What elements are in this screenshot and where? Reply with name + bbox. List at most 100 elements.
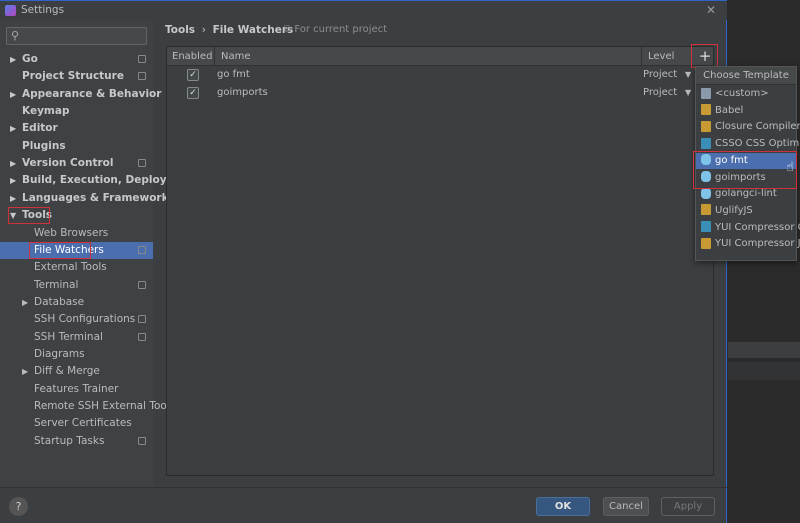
header-name[interactable]: Name bbox=[221, 47, 251, 66]
sidebar-item-label: Terminal bbox=[34, 278, 79, 291]
chevron-down-icon[interactable]: ▼ bbox=[685, 66, 691, 84]
template-label: golangci-lint bbox=[715, 188, 777, 200]
sidebar-item[interactable]: ▶ Version Control bbox=[0, 155, 153, 172]
template-item[interactable]: Closure Compiler bbox=[696, 119, 800, 136]
sidebar-item[interactable]: ▶ Go bbox=[0, 51, 153, 68]
sidebar-item[interactable]: Keymap bbox=[0, 103, 153, 120]
sidebar-item-label: Features Trainer bbox=[34, 382, 119, 395]
enabled-checkbox[interactable]: ✓ bbox=[187, 69, 199, 81]
sidebar-item[interactable]: ▶ Diff & Merge bbox=[0, 363, 153, 380]
js-icon bbox=[701, 237, 711, 249]
chevron-right-icon[interactable]: ▶ bbox=[10, 190, 16, 207]
sidebar-item-label: SSH Terminal bbox=[34, 330, 103, 343]
css-icon bbox=[701, 137, 711, 149]
template-label: YUI Compressor CSS bbox=[715, 221, 800, 233]
apply-button[interactable]: Apply bbox=[661, 497, 715, 516]
chevron-right-icon[interactable]: ▶ bbox=[22, 294, 28, 311]
sidebar-item[interactable]: Plugins bbox=[0, 138, 153, 155]
title-bar: Settings ✕ bbox=[0, 0, 727, 20]
footer-divider bbox=[0, 487, 727, 488]
table-row[interactable]: ✓ goimports Project ▼ bbox=[167, 84, 712, 102]
sidebar-item-label: External Tools bbox=[34, 261, 107, 274]
breadcrumb-parent[interactable]: Tools bbox=[165, 24, 195, 36]
level-select[interactable]: Project bbox=[643, 66, 677, 84]
watcher-name: go fmt bbox=[217, 69, 250, 80]
sidebar-item-label: Server Certificates bbox=[34, 417, 132, 430]
custom-icon bbox=[701, 87, 711, 99]
project-level-icon bbox=[138, 245, 146, 254]
template-label: CSSO CSS Optimizer bbox=[715, 138, 800, 150]
header-enabled[interactable]: Enabled bbox=[172, 47, 212, 66]
table-row[interactable]: ✓ go fmt Project ▼ bbox=[167, 66, 712, 84]
chevron-right-icon[interactable]: ▶ bbox=[10, 172, 16, 189]
template-item[interactable]: Babel bbox=[696, 103, 796, 120]
sidebar-item-label: Database bbox=[34, 295, 85, 308]
sidebar-item[interactable]: ▶ Editor bbox=[0, 120, 153, 137]
template-label: Closure Compiler bbox=[715, 121, 800, 133]
search-input[interactable]: ⚲ bbox=[6, 27, 147, 45]
sidebar-item-label: Diff & Merge bbox=[34, 365, 100, 378]
project-level-icon bbox=[138, 332, 146, 341]
sidebar-item[interactable]: Features Trainer bbox=[0, 381, 153, 398]
sidebar-item[interactable]: Terminal bbox=[0, 277, 153, 294]
watchers-table bbox=[166, 46, 714, 476]
template-item[interactable]: UglifyJS bbox=[696, 203, 796, 220]
project-level-icon bbox=[138, 436, 146, 445]
enabled-checkbox[interactable]: ✓ bbox=[187, 87, 199, 99]
sidebar-item[interactable]: ▶ Database bbox=[0, 294, 153, 311]
project-level-icon bbox=[138, 55, 146, 63]
js-icon bbox=[701, 204, 711, 216]
scope-text: For current project bbox=[294, 24, 388, 35]
sidebar-item-label: Diagrams bbox=[34, 347, 85, 360]
sidebar-item[interactable]: Server Certificates bbox=[0, 415, 153, 432]
watcher-name: goimports bbox=[217, 87, 268, 98]
highlight-go-templates bbox=[693, 151, 797, 189]
chevron-down-icon[interactable]: ▼ bbox=[685, 84, 691, 102]
window-title: Settings bbox=[21, 4, 65, 16]
chevron-right-icon[interactable]: ▶ bbox=[22, 363, 28, 380]
level-select[interactable]: Project bbox=[643, 84, 677, 102]
sidebar-item[interactable]: Web Browsers bbox=[0, 225, 153, 242]
template-item[interactable]: <custom> bbox=[696, 86, 796, 103]
cancel-button[interactable]: Cancel bbox=[603, 497, 649, 516]
sidebar-item[interactable]: ▶ Build, Execution, Deployment bbox=[0, 172, 197, 189]
header-level[interactable]: Level bbox=[648, 47, 674, 66]
app-logo-icon bbox=[5, 5, 16, 16]
chevron-right-icon[interactable]: ▶ bbox=[10, 120, 16, 137]
sidebar-item[interactable]: ▶ Languages & Frameworks bbox=[0, 190, 175, 207]
breadcrumb-current: File Watchers bbox=[212, 24, 294, 36]
chevron-right-icon[interactable]: ▶ bbox=[10, 155, 16, 172]
chevron-right-icon[interactable]: ▶ bbox=[10, 86, 16, 103]
project-level-icon bbox=[138, 315, 146, 324]
sidebar-item[interactable]: Project Structure bbox=[0, 68, 153, 85]
help-button[interactable]: ? bbox=[9, 497, 28, 516]
sidebar-item-label: Web Browsers bbox=[34, 226, 109, 239]
sidebar-item[interactable]: External Tools bbox=[0, 259, 153, 276]
sidebar-item-label: Plugins bbox=[22, 139, 66, 152]
breadcrumb: Tools › File Watchers bbox=[165, 24, 293, 36]
sidebar-item[interactable]: Startup Tasks bbox=[0, 433, 153, 450]
sidebar-item[interactable]: SSH Configurations bbox=[0, 311, 153, 328]
template-item[interactable]: YUI Compressor JS bbox=[696, 236, 800, 253]
project-level-icon bbox=[138, 159, 146, 168]
template-item[interactable]: YUI Compressor CSS bbox=[696, 220, 800, 237]
sidebar-item-label: Keymap bbox=[22, 105, 70, 118]
js-icon bbox=[701, 120, 711, 132]
sidebar-item-label: Languages & Frameworks bbox=[22, 191, 175, 204]
sidebar-item-label: Project Structure bbox=[22, 70, 124, 83]
project-scope-icon: ⧉ bbox=[284, 24, 292, 35]
close-icon[interactable]: ✕ bbox=[706, 3, 716, 17]
chevron-right-icon[interactable]: ▶ bbox=[10, 51, 16, 68]
project-level-icon bbox=[138, 72, 146, 81]
project-level-icon bbox=[138, 280, 146, 289]
search-icon: ⚲ bbox=[11, 29, 20, 42]
highlight-file-watchers bbox=[29, 242, 91, 259]
ok-button[interactable]: OK bbox=[536, 497, 590, 516]
highlight-add-button bbox=[691, 44, 718, 68]
template-label: YUI Compressor JS bbox=[715, 238, 800, 250]
sidebar-item[interactable]: ▶ Appearance & Behavior bbox=[0, 86, 161, 103]
sidebar-item[interactable]: Diagrams bbox=[0, 346, 153, 363]
template-label: <custom> bbox=[715, 88, 769, 99]
sidebar-item[interactable]: Remote SSH External Tools bbox=[0, 398, 175, 415]
sidebar-item[interactable]: SSH Terminal bbox=[0, 329, 153, 346]
